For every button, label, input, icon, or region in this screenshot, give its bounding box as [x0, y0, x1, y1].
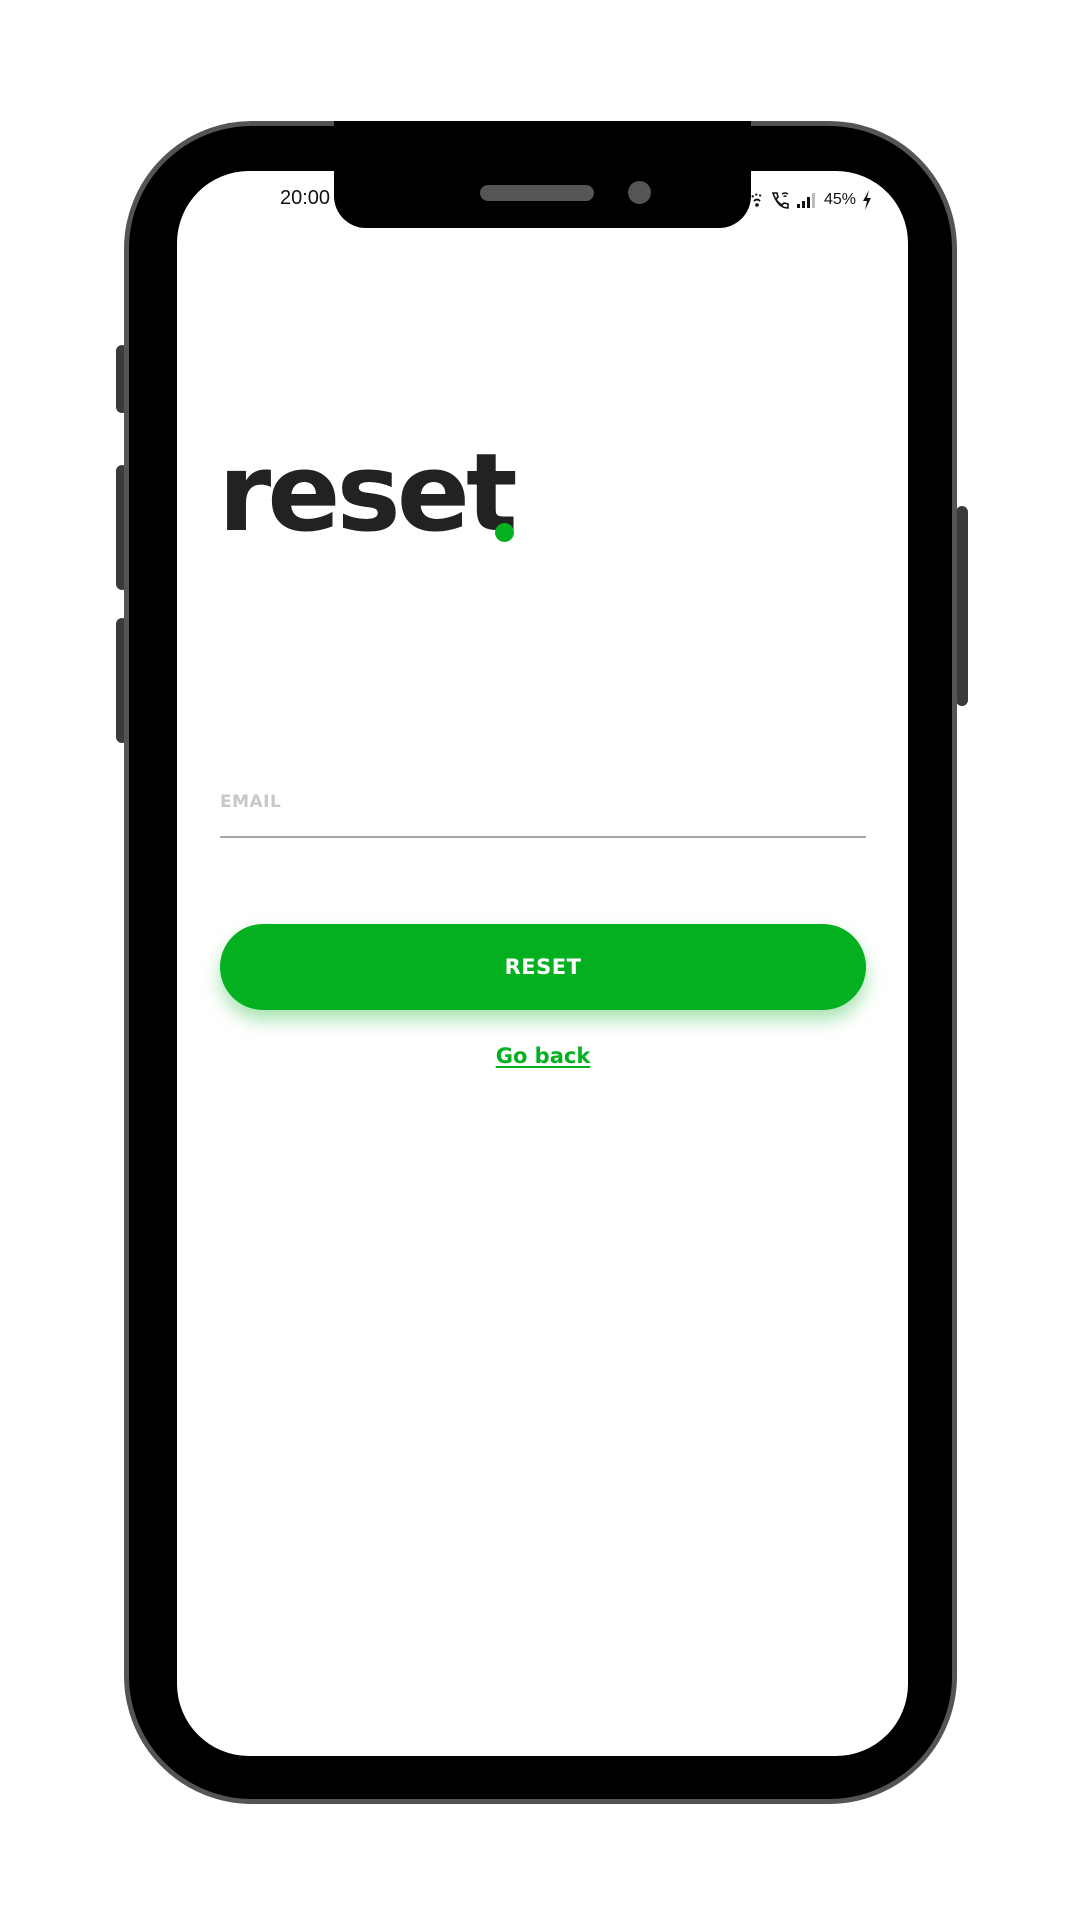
email-field	[220, 770, 866, 838]
reset-button[interactable]: RESET	[220, 924, 866, 1010]
front-camera	[628, 181, 651, 204]
signal-icon	[796, 191, 818, 209]
status-icons: 45%	[750, 188, 872, 212]
wifi-icon	[750, 191, 764, 209]
go-back-link[interactable]: Go back	[443, 1044, 643, 1068]
wifi-call-icon	[770, 191, 790, 209]
speaker-grille	[480, 185, 594, 201]
email-input[interactable]	[220, 770, 866, 834]
page-title: reset	[218, 431, 518, 556]
title-accent-dot	[495, 523, 514, 542]
status-time: 20:00	[280, 187, 331, 209]
battery-percent: 45%	[824, 191, 857, 208]
power-button	[956, 506, 968, 706]
notch	[334, 121, 751, 228]
charging-icon	[862, 190, 872, 210]
